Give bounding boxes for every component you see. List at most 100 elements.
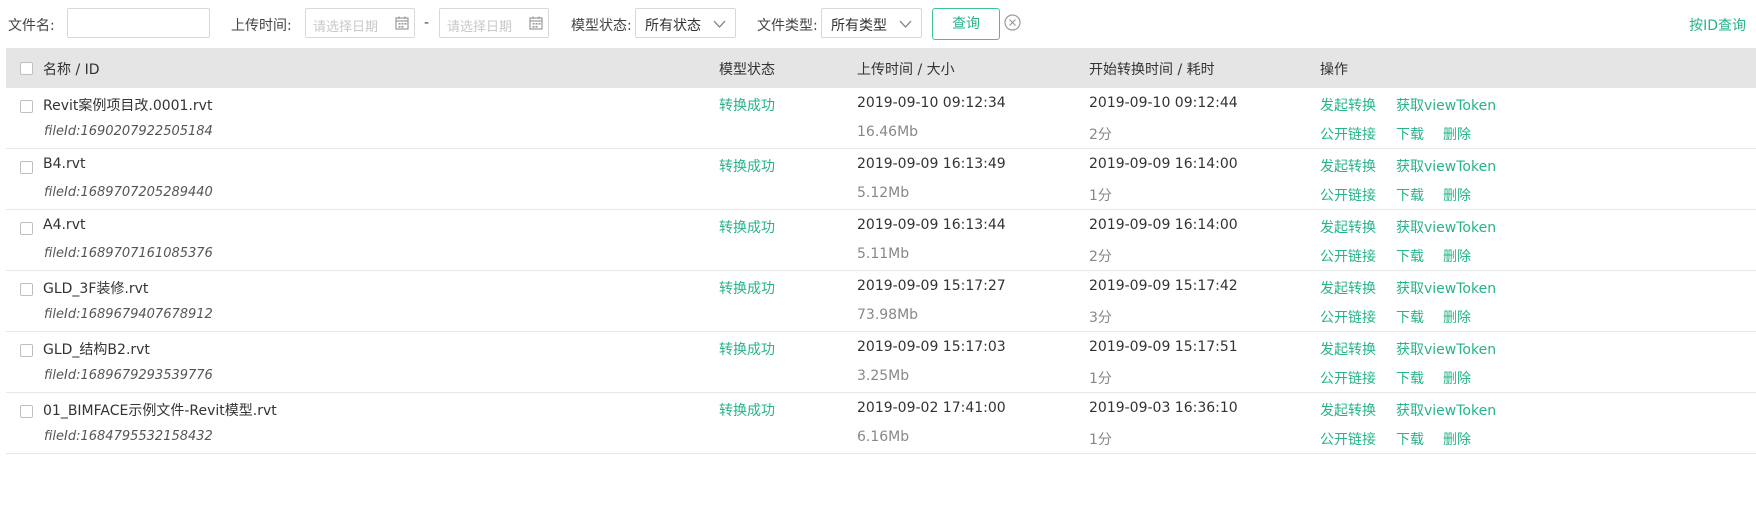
- header-upload-time-size: 上传时间 / 大小: [857, 62, 955, 78]
- file-id-value: 1690207922505184: [80, 124, 213, 139]
- upload-time: 2019-09-10 09:12:34: [857, 95, 1006, 111]
- convert-duration: 1分: [1089, 432, 1112, 448]
- file-size: 3.25Mb: [857, 368, 910, 384]
- table-row: A4.rvt fileId:1689707161085376 转换成功 2019…: [6, 210, 1756, 271]
- calendar-icon: [529, 16, 543, 34]
- start-convert-link[interactable]: 发起转换: [1320, 95, 1376, 115]
- file-id-label: fileId:: [44, 185, 81, 200]
- file-name: 01_BIMFACE示例文件-Revit模型.rvt: [43, 403, 277, 419]
- convert-start-time: 2019-09-09 15:17:42: [1089, 278, 1238, 294]
- upload-time: 2019-09-09 16:13:44: [857, 217, 1006, 233]
- row-checkbox[interactable]: [20, 344, 33, 357]
- header-name-id: 名称 / ID: [43, 62, 100, 78]
- delete-link[interactable]: 删除: [1443, 124, 1471, 144]
- file-size: 5.11Mb: [857, 246, 910, 262]
- get-view-token-link[interactable]: 获取viewToken: [1396, 156, 1496, 176]
- start-convert-link[interactable]: 发起转换: [1320, 400, 1376, 420]
- model-status: 转换成功: [719, 98, 775, 114]
- get-view-token-link[interactable]: 获取viewToken: [1396, 217, 1496, 237]
- file-name: GLD_结构B2.rvt: [43, 342, 150, 358]
- file-id-value: 1689707161085376: [80, 246, 213, 261]
- model-status: 转换成功: [719, 220, 775, 236]
- row-checkbox[interactable]: [20, 405, 33, 418]
- download-link[interactable]: 下载: [1396, 124, 1424, 144]
- file-id-value: 1684795532158432: [80, 429, 213, 444]
- chevron-down-icon: [713, 17, 726, 33]
- download-link[interactable]: 下载: [1396, 307, 1424, 327]
- upload-time: 2019-09-02 17:41:00: [857, 400, 1006, 416]
- convert-start-time: 2019-09-09 15:17:51: [1089, 339, 1238, 355]
- file-type-label: 文件类型:: [757, 18, 818, 34]
- filename-label: 文件名:: [8, 18, 55, 34]
- convert-duration: 1分: [1089, 188, 1112, 204]
- download-link[interactable]: 下载: [1396, 429, 1424, 449]
- id-query-link[interactable]: 按ID查询: [1689, 15, 1746, 35]
- select-all-checkbox[interactable]: [20, 62, 33, 75]
- file-name: B4.rvt: [43, 156, 86, 172]
- file-name: GLD_3F装修.rvt: [43, 281, 149, 297]
- upload-time-label: 上传时间:: [231, 18, 292, 34]
- row-checkbox[interactable]: [20, 161, 33, 174]
- file-id-label: fileId:: [44, 124, 81, 139]
- filename-input[interactable]: [67, 8, 210, 38]
- row-checkbox[interactable]: [20, 100, 33, 113]
- convert-start-time: 2019-09-09 16:14:00: [1089, 217, 1238, 233]
- download-link[interactable]: 下载: [1396, 185, 1424, 205]
- file-id: fileId:1684795532158432: [44, 429, 213, 444]
- delete-link[interactable]: 删除: [1443, 307, 1471, 327]
- date-start-input[interactable]: 请选择日期: [305, 8, 415, 38]
- start-convert-link[interactable]: 发起转换: [1320, 156, 1376, 176]
- start-convert-link[interactable]: 发起转换: [1320, 217, 1376, 237]
- download-link[interactable]: 下载: [1396, 368, 1424, 388]
- model-status-value: 所有状态: [645, 18, 701, 34]
- convert-start-time: 2019-09-10 09:12:44: [1089, 95, 1238, 111]
- model-status: 转换成功: [719, 281, 775, 297]
- row-checkbox[interactable]: [20, 222, 33, 235]
- date-start-placeholder: 请选择日期: [313, 20, 379, 35]
- convert-duration: 2分: [1089, 127, 1112, 143]
- clear-filter-icon[interactable]: [1004, 14, 1021, 35]
- query-button[interactable]: 查询: [932, 8, 1000, 40]
- public-link[interactable]: 公开链接: [1320, 246, 1376, 266]
- model-status: 转换成功: [719, 342, 775, 358]
- date-end-placeholder: 请选择日期: [447, 20, 513, 35]
- upload-time: 2019-09-09 16:13:49: [857, 156, 1006, 172]
- get-view-token-link[interactable]: 获取viewToken: [1396, 400, 1496, 420]
- upload-time: 2019-09-09 15:17:27: [857, 278, 1006, 294]
- get-view-token-link[interactable]: 获取viewToken: [1396, 95, 1496, 115]
- date-separator: -: [424, 15, 430, 31]
- date-end-input[interactable]: 请选择日期: [439, 8, 549, 38]
- download-link[interactable]: 下载: [1396, 246, 1424, 266]
- delete-link[interactable]: 删除: [1443, 185, 1471, 205]
- table-row: GLD_结构B2.rvt fileId:1689679293539776 转换成…: [6, 332, 1756, 393]
- delete-link[interactable]: 删除: [1443, 246, 1471, 266]
- convert-start-time: 2019-09-03 16:36:10: [1089, 400, 1238, 416]
- table-row: 01_BIMFACE示例文件-Revit模型.rvt fileId:168479…: [6, 393, 1756, 454]
- filter-bar: 文件名: 上传时间: 请选择日期 - 请选择日期 模型状态: 所有状态 文件类型…: [0, 0, 1756, 50]
- public-link[interactable]: 公开链接: [1320, 185, 1376, 205]
- file-type-select[interactable]: 所有类型: [821, 8, 922, 38]
- file-id: fileId:1689707205289440: [44, 185, 213, 200]
- start-convert-link[interactable]: 发起转换: [1320, 339, 1376, 359]
- row-checkbox[interactable]: [20, 283, 33, 296]
- convert-start-time: 2019-09-09 16:14:00: [1089, 156, 1238, 172]
- model-status-select[interactable]: 所有状态: [635, 8, 736, 38]
- get-view-token-link[interactable]: 获取viewToken: [1396, 339, 1496, 359]
- start-convert-link[interactable]: 发起转换: [1320, 278, 1376, 298]
- get-view-token-link[interactable]: 获取viewToken: [1396, 278, 1496, 298]
- public-link[interactable]: 公开链接: [1320, 368, 1376, 388]
- file-size: 73.98Mb: [857, 307, 919, 323]
- delete-link[interactable]: 删除: [1443, 368, 1471, 388]
- table-body: Revit案例项目改.0001.rvt fileId:1690207922505…: [6, 88, 1756, 454]
- header-model-status: 模型状态: [719, 62, 775, 78]
- public-link[interactable]: 公开链接: [1320, 429, 1376, 449]
- file-table: 名称 / ID 模型状态 上传时间 / 大小 开始转换时间 / 耗时 操作 Re…: [6, 48, 1756, 454]
- file-size: 5.12Mb: [857, 185, 910, 201]
- file-name: A4.rvt: [43, 217, 86, 233]
- convert-duration: 2分: [1089, 249, 1112, 265]
- file-id: fileId:1690207922505184: [44, 124, 213, 139]
- delete-link[interactable]: 删除: [1443, 429, 1471, 449]
- public-link[interactable]: 公开链接: [1320, 307, 1376, 327]
- public-link[interactable]: 公开链接: [1320, 124, 1376, 144]
- model-status: 转换成功: [719, 403, 775, 419]
